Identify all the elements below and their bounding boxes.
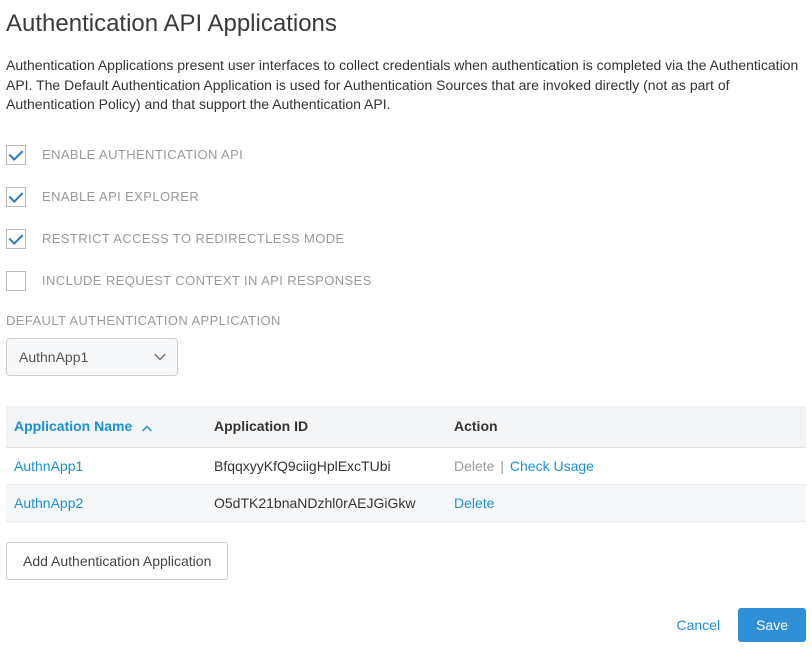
col-header-id[interactable]: Application ID <box>206 406 446 448</box>
default-app-label: DEFAULT AUTHENTICATION APPLICATION <box>6 313 806 328</box>
page-title: Authentication API Applications <box>6 10 806 38</box>
page-description: Authentication Applications present user… <box>6 56 806 115</box>
include-request-context-checkbox[interactable] <box>6 271 26 291</box>
enable-api-explorer-checkbox[interactable] <box>6 187 26 207</box>
app-name-link[interactable]: AuthnApp2 <box>14 495 83 511</box>
app-id-cell: O5dTK21bnaNDzhl0rAEJGiGkw <box>206 485 446 522</box>
delete-link[interactable]: Delete <box>454 495 494 511</box>
app-name-link[interactable]: AuthnApp1 <box>14 458 83 474</box>
add-authentication-application-button[interactable]: Add Authentication Application <box>6 542 228 580</box>
check-usage-link[interactable]: Check Usage <box>510 458 594 474</box>
table-row: AuthnApp2 O5dTK21bnaNDzhl0rAEJGiGkw Dele… <box>6 485 806 522</box>
enable-authentication-api-checkbox[interactable] <box>6 145 26 165</box>
col-header-action: Action <box>446 406 806 448</box>
sort-asc-icon <box>142 419 152 435</box>
default-app-selected: AuthnApp1 <box>19 349 88 365</box>
save-button[interactable]: Save <box>738 608 806 642</box>
cancel-button[interactable]: Cancel <box>676 617 720 633</box>
applications-table: Application Name Application ID Action A… <box>6 406 806 522</box>
app-id-cell: BfqqxyyKfQ9ciigHplExcTUbi <box>206 448 446 485</box>
include-request-context-label: INCLUDE REQUEST CONTEXT IN API RESPONSES <box>42 273 372 288</box>
enable-authentication-api-label: ENABLE AUTHENTICATION API <box>42 147 243 162</box>
separator: | <box>500 458 504 474</box>
delete-disabled: Delete <box>454 458 494 474</box>
table-row: AuthnApp1 BfqqxyyKfQ9ciigHplExcTUbi Dele… <box>6 448 806 485</box>
enable-api-explorer-label: ENABLE API EXPLORER <box>42 189 199 204</box>
restrict-redirectless-checkbox[interactable] <box>6 229 26 249</box>
col-header-name[interactable]: Application Name <box>6 406 206 448</box>
restrict-redirectless-label: RESTRICT ACCESS TO REDIRECTLESS MODE <box>42 231 345 246</box>
default-app-select[interactable]: AuthnApp1 <box>6 338 178 376</box>
